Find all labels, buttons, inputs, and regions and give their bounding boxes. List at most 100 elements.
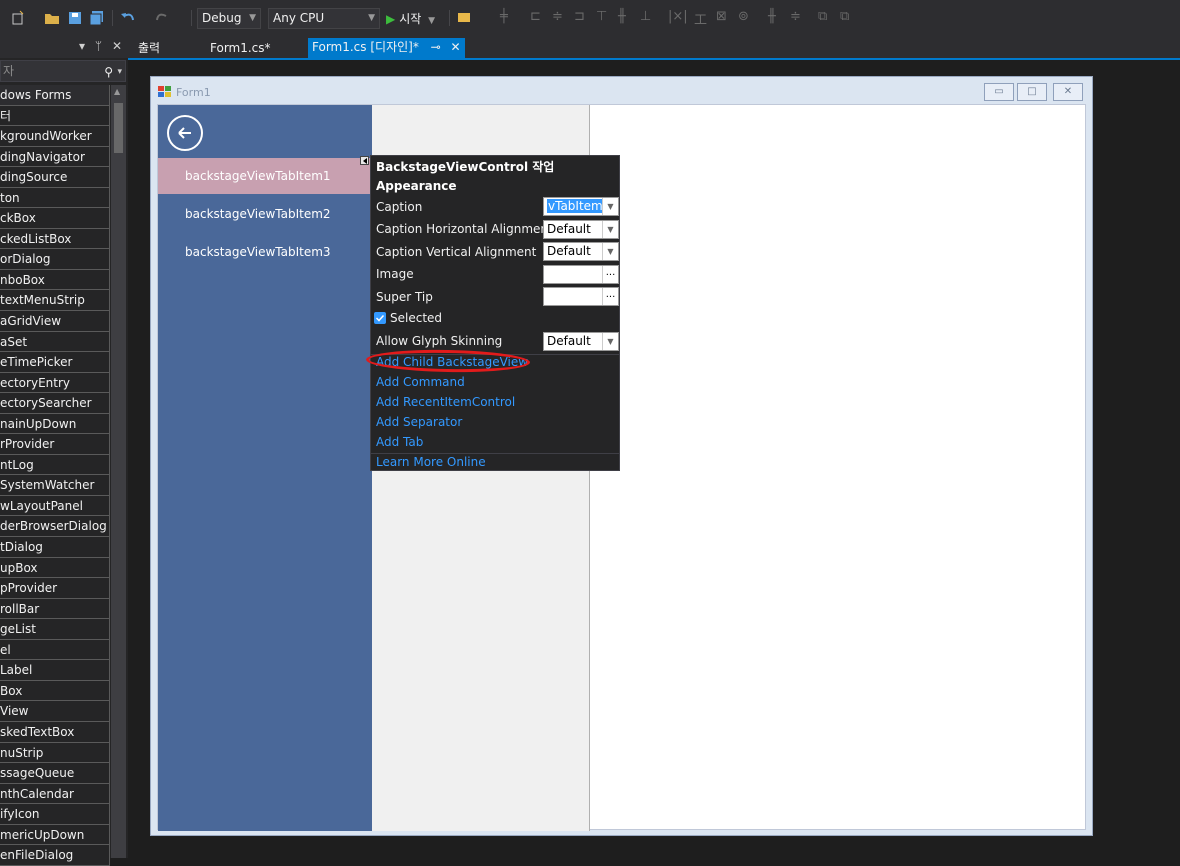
toolbox-item[interactable]: aSet: [0, 331, 110, 353]
chevron-down-icon[interactable]: ▾: [117, 62, 122, 82]
toolbox-item[interactable]: rollBar: [0, 598, 110, 620]
toolbox-category[interactable]: dows Forms: [0, 85, 110, 106]
toolbox-item[interactable]: dingSource: [0, 167, 110, 188]
align-rights-icon[interactable]: ⊐: [574, 9, 585, 24]
add-recent-item-control-link[interactable]: Add RecentItemControl: [376, 395, 515, 409]
browser-link-icon[interactable]: [456, 10, 472, 26]
toolbox-item[interactable]: geList: [0, 619, 110, 640]
toolbox-item[interactable]: enFileDialog: [0, 845, 110, 866]
scroll-up-icon[interactable]: ▲: [114, 87, 120, 96]
caption-halign-select[interactable]: Default ▼: [543, 220, 619, 239]
image-field[interactable]: ...: [543, 265, 619, 284]
browse-ellipsis-icon[interactable]: ...: [602, 288, 618, 305]
scroll-thumb[interactable]: [114, 103, 123, 153]
caption-field[interactable]: vTabItem1 ▼: [543, 197, 619, 216]
toolbox-item[interactable]: View: [0, 701, 110, 722]
tab-form1-designer[interactable]: Form1.cs [디자인]* ⊸ ✕: [308, 38, 465, 58]
align-bottoms-icon[interactable]: ⊥: [640, 9, 651, 24]
add-separator-link[interactable]: Add Separator: [376, 415, 462, 429]
chevron-down-icon[interactable]: ▼: [602, 221, 618, 238]
solution-config-select[interactable]: Debug ▼: [197, 8, 261, 29]
toolbox-item[interactable]: ntLog: [0, 454, 110, 476]
toolbox-item[interactable]: ton: [0, 187, 110, 209]
bring-to-front-icon[interactable]: ⧉: [818, 9, 827, 24]
open-folder-icon[interactable]: [44, 10, 60, 26]
align-to-grid-icon[interactable]: ╪: [500, 9, 508, 24]
toolbox-item[interactable]: pProvider: [0, 578, 110, 599]
size-to-grid-icon[interactable]: ⊚: [738, 9, 749, 24]
vertical-spacing-icon[interactable]: ≑: [790, 9, 801, 24]
undo-icon[interactable]: [120, 10, 136, 26]
toolbox-item[interactable]: kgroundWorker: [0, 126, 110, 147]
send-to-back-icon[interactable]: ⧉: [840, 9, 849, 24]
toolbox-item[interactable]: eTimePicker: [0, 352, 110, 373]
align-middles-icon[interactable]: ╫: [618, 9, 626, 24]
backstage-tab-item-2[interactable]: backstageViewTabItem2: [158, 196, 372, 232]
toolbox-item[interactable]: ifyIcon: [0, 804, 110, 825]
pin-icon[interactable]: ᛘ: [95, 39, 102, 53]
toolbox-item[interactable]: ckBox: [0, 208, 110, 229]
chevron-down-icon[interactable]: ▼: [602, 243, 618, 260]
search-icon[interactable]: ⚲: [104, 62, 113, 82]
toolbox-item[interactable]: ssageQueue: [0, 763, 110, 784]
toolbox-item[interactable]: el: [0, 639, 110, 661]
toolbox-item[interactable]: nuStrip: [0, 742, 110, 764]
caption-valign-select[interactable]: Default ▼: [543, 242, 619, 261]
align-lefts-icon[interactable]: ⊏: [530, 9, 541, 24]
backstage-tab-item-3[interactable]: backstageViewTabItem3: [158, 234, 372, 270]
toolbox-item[interactable]: textMenuStrip: [0, 290, 110, 312]
toolbox-item[interactable]: wLayoutPanel: [0, 495, 110, 517]
browse-ellipsis-icon[interactable]: ...: [602, 266, 618, 283]
toolbox-item[interactable]: nainUpDown: [0, 413, 110, 435]
tab-form1-code[interactable]: Form1.cs*: [206, 39, 275, 59]
smart-tag-glyph[interactable]: [360, 156, 369, 165]
toolbox-item[interactable]: skedTextBox: [0, 721, 110, 743]
maximize-button[interactable]: □: [1017, 83, 1047, 101]
back-button[interactable]: [167, 115, 203, 151]
minimize-button[interactable]: ▭: [984, 83, 1014, 101]
toolbox-item[interactable]: mericUpDown: [0, 824, 110, 846]
toolbox-item[interactable]: aGridView: [0, 311, 110, 332]
toolbox-item[interactable]: upBox: [0, 557, 110, 579]
toolbox-item[interactable]: Label: [0, 660, 110, 681]
super-tip-field[interactable]: ...: [543, 287, 619, 306]
glyph-skinning-select[interactable]: Default ▼: [543, 332, 619, 351]
start-debug-button[interactable]: ▶ 시작 ▼: [386, 9, 435, 29]
toolbox-item[interactable]: dingNavigator: [0, 146, 110, 168]
close-icon[interactable]: ✕: [451, 40, 461, 54]
form1-window[interactable]: Form1 ▭ □ ✕ backstageViewTabItem1 backst…: [150, 76, 1093, 836]
align-centers-icon[interactable]: ≑: [552, 9, 563, 24]
align-tops-icon[interactable]: ⊤: [596, 9, 607, 24]
toolbox-item[interactable]: orDialog: [0, 249, 110, 270]
toolbox-item[interactable]: derBrowserDialog: [0, 516, 110, 538]
new-project-icon[interactable]: [10, 10, 26, 26]
toolbox-item[interactable]: tDialog: [0, 537, 110, 558]
make-same-height-icon[interactable]: 工: [694, 9, 707, 28]
close-icon[interactable]: ✕: [112, 39, 122, 53]
add-tab-link[interactable]: Add Tab: [376, 435, 423, 449]
add-command-link[interactable]: Add Command: [376, 375, 465, 389]
save-all-icon[interactable]: [89, 10, 105, 26]
horizontal-spacing-icon[interactable]: ╫: [768, 9, 776, 24]
toolbox-item[interactable]: SystemWatcher: [0, 475, 110, 496]
dropdown-icon[interactable]: ▾: [79, 39, 85, 53]
toolbox-item[interactable]: Box: [0, 680, 110, 702]
toolbox-search-input[interactable]: 자 ⚲ ▾: [0, 60, 126, 82]
save-icon[interactable]: [67, 10, 83, 26]
toolbox-item[interactable]: nboBox: [0, 269, 110, 291]
toolbox-scrollbar[interactable]: ▲: [111, 85, 126, 858]
learn-more-online-link[interactable]: Learn More Online: [376, 455, 486, 469]
toolbox-item[interactable]: rProvider: [0, 434, 110, 455]
backstage-tab-item-1[interactable]: backstageViewTabItem1: [158, 158, 372, 194]
chevron-down-icon[interactable]: ▼: [602, 333, 618, 350]
toolbox-item[interactable]: 터: [0, 105, 110, 127]
toolbox-item[interactable]: ectorySearcher: [0, 393, 110, 414]
toolbox-item[interactable]: ckedListBox: [0, 228, 110, 250]
tab-output[interactable]: 출력: [134, 39, 164, 59]
platform-select[interactable]: Any CPU ▼: [268, 8, 380, 29]
make-same-width-icon[interactable]: |×|: [668, 9, 688, 24]
chevron-down-icon[interactable]: ▼: [602, 198, 618, 215]
toolbox-item[interactable]: ectoryEntry: [0, 372, 110, 394]
redo-icon[interactable]: [154, 10, 170, 26]
pin-icon[interactable]: ⊸: [431, 40, 441, 54]
